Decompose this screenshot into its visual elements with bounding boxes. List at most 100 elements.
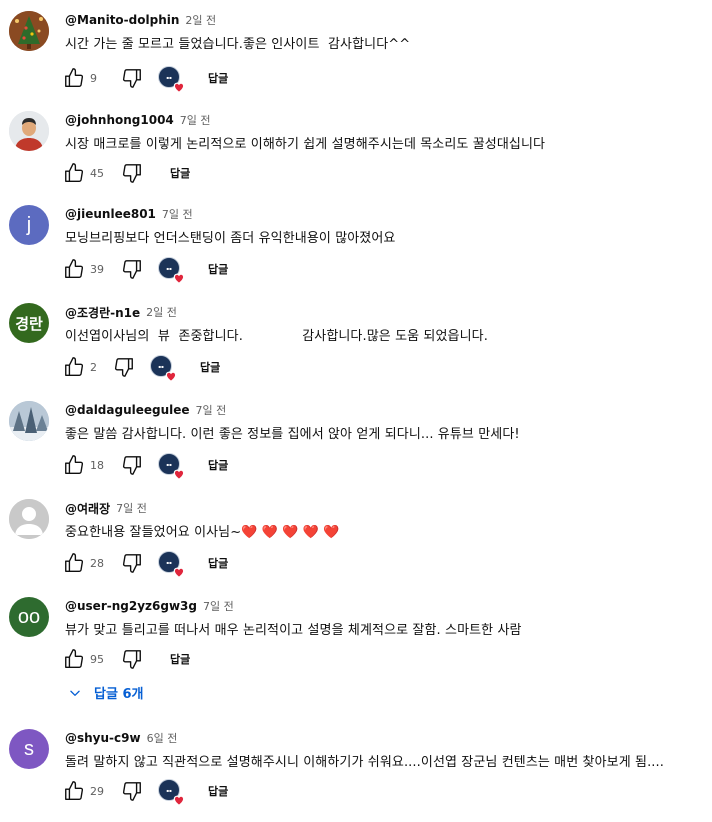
comment-time[interactable]: 6일 전 [147, 730, 178, 746]
avatar[interactable]: oo [9, 597, 49, 637]
reply-button[interactable]: 답글 [200, 359, 220, 375]
thumbs-down-icon [122, 554, 141, 573]
heart-icon [173, 82, 185, 93]
comment-author[interactable]: @Manito-dolphin [65, 13, 179, 27]
dislike-button[interactable] [120, 779, 144, 803]
comment-author[interactable]: @user-ng2yz6gw3g [65, 599, 197, 613]
avatar[interactable] [9, 401, 49, 441]
comment-time[interactable]: 2일 전 [146, 304, 177, 320]
avatar[interactable] [9, 499, 49, 539]
dislike-button[interactable] [120, 551, 144, 575]
comment-text: 이선엽이사님의 뷰 존중합니다. 감사합니다.많은 도움 되었읍니다. [65, 329, 488, 344]
thumbs-up-icon [65, 781, 84, 800]
avatar[interactable]: 경란 [9, 303, 49, 343]
like-button[interactable] [62, 453, 86, 477]
like-button[interactable] [62, 647, 86, 671]
dislike-button[interactable] [120, 647, 144, 671]
dislike-button[interactable] [120, 66, 144, 90]
thumbs-up-icon [65, 649, 84, 668]
avatar-letter: 경란 [15, 314, 43, 333]
comment-text: 모닝브리핑보다 언더스탠딩이 좀더 유익한내용이 많아졌어요 [65, 231, 396, 246]
comment-time[interactable]: 7일 전 [162, 206, 193, 222]
like-count: 45 [90, 166, 104, 180]
thumbs-up-icon [65, 357, 84, 376]
comment-text: 돌려 말하지 않고 직관적으로 설명해주시니 이해하기가 쉬워요....이선엽 … [65, 755, 664, 770]
heart-icon [173, 567, 185, 578]
avatar[interactable]: j [9, 205, 49, 245]
thumbs-down-icon [122, 69, 141, 88]
like-count: 29 [90, 784, 104, 798]
reply-button[interactable]: 답글 [208, 555, 228, 571]
comment-author[interactable]: @jieunlee801 [65, 207, 156, 221]
thumbs-down-icon [122, 164, 141, 183]
like-button[interactable] [62, 161, 86, 185]
like-count: 2 [90, 360, 97, 374]
reply-button[interactable]: 답글 [170, 165, 190, 181]
thumbs-down-icon [122, 260, 141, 279]
like-count: 95 [90, 652, 104, 666]
thumbs-up-icon [65, 259, 84, 278]
thumbs-down-icon [122, 456, 141, 475]
comment-time[interactable]: 7일 전 [203, 598, 234, 614]
comment-text: 시장 매크로를 이렇게 논리적으로 이해하기 쉽게 설명해주시는데 목소리도 꿀… [65, 137, 546, 152]
comment-time[interactable]: 7일 전 [116, 500, 147, 516]
avatar-letter: j [26, 213, 32, 236]
reply-button[interactable]: 답글 [208, 261, 228, 277]
thumbs-up-icon [65, 553, 84, 572]
chevron-down-icon [70, 690, 80, 696]
creator-heart: ▪▪ [158, 66, 185, 93]
avatar[interactable] [9, 111, 49, 151]
creator-heart: ▪▪ [158, 257, 185, 284]
heart-emojis: ❤️ ❤️ ❤️ ❤️ ❤️ [241, 525, 340, 540]
avatar[interactable]: s [9, 729, 49, 769]
dislike-button[interactable] [120, 453, 144, 477]
thumbs-up-icon [65, 163, 84, 182]
heart-icon [173, 469, 185, 480]
comment-text: 뷰가 맞고 틀리고를 떠나서 매우 논리적이고 설명을 체계적으로 잘함. 스마… [65, 623, 522, 638]
comment-author[interactable]: @여래장 [65, 500, 110, 517]
avatar-letter: s [24, 737, 34, 760]
comment-author[interactable]: @daldaguleegulee [65, 403, 190, 417]
comment-author[interactable]: @조경란-n1e [65, 304, 140, 321]
default-person-icon [9, 499, 49, 539]
comment-author[interactable]: @shyu-c9w [65, 731, 141, 745]
like-count: 28 [90, 556, 104, 570]
comment-time[interactable]: 7일 전 [180, 112, 211, 128]
like-count: 39 [90, 262, 104, 276]
thumbs-down-icon [122, 782, 141, 801]
comment-text: 좋은 말씀 감사합니다. 이런 좋은 정보를 집에서 앉아 얻게 되다니... … [65, 427, 520, 442]
comment-text: 시간 가는 줄 모르고 들었습니다.좋은 인사이트 감사합니다^^ [65, 37, 411, 52]
like-button[interactable] [62, 355, 86, 379]
reply-button[interactable]: 답글 [208, 457, 228, 473]
comment-text: 중요한내용 잘들었어요 이사님~❤️ ❤️ ❤️ ❤️ ❤️ [65, 521, 340, 540]
heart-icon [165, 371, 177, 382]
reply-button[interactable]: 답글 [208, 70, 228, 86]
heart-icon [173, 273, 185, 284]
avatar-letter: oo [17, 605, 41, 628]
comment-time[interactable]: 2일 전 [185, 12, 216, 28]
thumbs-down-icon [122, 650, 141, 669]
dislike-button[interactable] [120, 257, 144, 281]
thumbs-up-icon [65, 455, 84, 474]
creator-heart: ▪▪ [150, 355, 177, 382]
heart-icon [173, 795, 185, 806]
dislike-button[interactable] [120, 161, 144, 185]
comment-text-body: 중요한내용 잘들었어요 이사님~ [65, 525, 242, 540]
dislike-button[interactable] [112, 355, 136, 379]
reply-button[interactable]: 답글 [170, 651, 190, 667]
like-button[interactable] [62, 257, 86, 281]
creator-heart: ▪▪ [158, 779, 185, 806]
like-button[interactable] [62, 551, 86, 575]
view-replies-button[interactable]: 답글 6개 [68, 683, 143, 702]
like-button[interactable] [62, 66, 86, 90]
thumbs-down-icon [114, 358, 133, 377]
creator-heart: ▪▪ [158, 551, 185, 578]
comment-time[interactable]: 7일 전 [196, 402, 227, 418]
thumbs-up-icon [65, 68, 84, 87]
creator-heart: ▪▪ [158, 453, 185, 480]
reply-button[interactable]: 답글 [208, 783, 228, 799]
like-count: 9 [90, 71, 97, 85]
avatar[interactable] [9, 11, 49, 51]
comment-author[interactable]: @johnhong1004 [65, 113, 174, 127]
like-button[interactable] [62, 779, 86, 803]
